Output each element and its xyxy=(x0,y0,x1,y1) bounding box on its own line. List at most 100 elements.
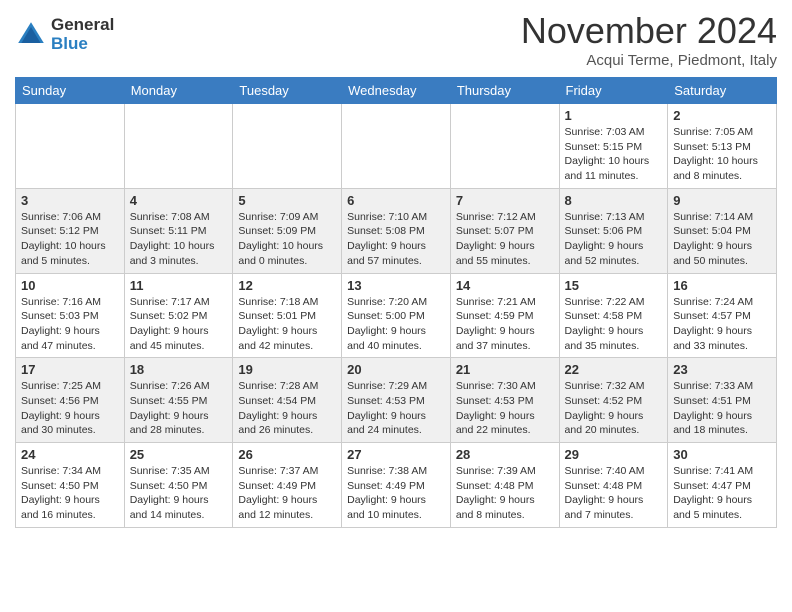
day-number: 20 xyxy=(347,362,445,377)
header-row: SundayMondayTuesdayWednesdayThursdayFrid… xyxy=(16,78,777,104)
calendar-cell: 2Sunrise: 7:05 AM Sunset: 5:13 PM Daylig… xyxy=(668,104,777,189)
day-info: Sunrise: 7:03 AM Sunset: 5:15 PM Dayligh… xyxy=(565,125,663,184)
calendar-cell xyxy=(450,104,559,189)
calendar-cell: 23 Sunrise: 7:33 AM Sunset: 4:51 PM Dayli… xyxy=(668,358,777,443)
day-info: Sunrise: 7:39 AM Sunset: 4:48 PM Dayligh… xyxy=(456,464,554,523)
calendar-cell: 17 Sunrise: 7:25 AM Sunset: 4:56 PM Dayli… xyxy=(16,358,125,443)
day-info: Sunrise: 7:28 AM Sunset: 4:54 PM Dayligh… xyxy=(238,379,336,438)
calendar-cell: 29 Sunrise: 7:40 AM Sunset: 4:48 PM Dayli… xyxy=(559,443,668,528)
page-header: General Blue November 2024 Acqui Terme, … xyxy=(15,10,777,69)
calendar-cell: 19 Sunrise: 7:28 AM Sunset: 4:54 PM Dayli… xyxy=(233,358,342,443)
calendar-cell: 14 Sunrise: 7:21 AM Sunset: 4:59 PM Dayli… xyxy=(450,273,559,358)
calendar-cell: 21Sunrise: 7:30 AM Sunset: 4:53 PM Dayli… xyxy=(450,358,559,443)
calendar-cell xyxy=(233,104,342,189)
day-info: Sunrise: 7:34 AM Sunset: 4:50 PM Dayligh… xyxy=(21,464,119,523)
day-info: Sunrise: 7:26 AM Sunset: 4:55 PM Dayligh… xyxy=(130,379,228,438)
day-info: Sunrise: 7:29 AM Sunset: 4:53 PM Dayligh… xyxy=(347,379,445,438)
calendar-cell: 9Sunrise: 7:14 AM Sunset: 5:04 PM Daylig… xyxy=(668,188,777,273)
day-info: Sunrise: 7:33 AM Sunset: 4:51 PM Dayligh… xyxy=(673,379,771,438)
logo: General Blue xyxy=(15,16,114,53)
day-number: 14 xyxy=(456,278,554,293)
day-number: 5 xyxy=(238,193,336,208)
day-number: 26 xyxy=(238,447,336,462)
day-info: Sunrise: 7:12 AM Sunset: 5:07 PM Dayligh… xyxy=(456,210,554,269)
day-number: 13 xyxy=(347,278,445,293)
calendar-cell: 20 Sunrise: 7:29 AM Sunset: 4:53 PM Dayli… xyxy=(342,358,451,443)
day-header-monday: Monday xyxy=(124,78,233,104)
day-header-saturday: Saturday xyxy=(668,78,777,104)
day-number: 3 xyxy=(21,193,119,208)
day-info: Sunrise: 7:21 AM Sunset: 4:59 PM Dayligh… xyxy=(456,295,554,354)
calendar-cell: 11 Sunrise: 7:17 AM Sunset: 5:02 PM Dayli… xyxy=(124,273,233,358)
day-number: 11 xyxy=(130,278,228,293)
day-info: Sunrise: 7:30 AM Sunset: 4:53 PM Dayligh… xyxy=(456,379,554,438)
day-number: 4 xyxy=(130,193,228,208)
calendar-cell: 25 Sunrise: 7:35 AM Sunset: 4:50 PM Dayli… xyxy=(124,443,233,528)
day-number: 17 xyxy=(21,362,119,377)
day-number: 30 xyxy=(673,447,771,462)
day-number: 23 xyxy=(673,362,771,377)
day-info: Sunrise: 7:08 AM Sunset: 5:11 PM Dayligh… xyxy=(130,210,228,269)
calendar-cell: 3 Sunrise: 7:06 AM Sunset: 5:12 PM Daylig… xyxy=(16,188,125,273)
week-row-4: 17 Sunrise: 7:25 AM Sunset: 4:56 PM Dayli… xyxy=(16,358,777,443)
week-row-1: 1 Sunrise: 7:03 AM Sunset: 5:15 PM Daylig… xyxy=(16,104,777,189)
calendar-cell: 18 Sunrise: 7:26 AM Sunset: 4:55 PM Dayli… xyxy=(124,358,233,443)
day-info: Sunrise: 7:13 AM Sunset: 5:06 PM Dayligh… xyxy=(565,210,663,269)
day-number: 7 xyxy=(456,193,554,208)
calendar-cell xyxy=(16,104,125,189)
calendar-cell: 5 Sunrise: 7:09 AM Sunset: 5:09 PM Daylig… xyxy=(233,188,342,273)
day-header-sunday: Sunday xyxy=(16,78,125,104)
logo-blue: Blue xyxy=(51,35,114,54)
calendar-cell xyxy=(342,104,451,189)
day-info: Sunrise: 7:38 AM Sunset: 4:49 PM Dayligh… xyxy=(347,464,445,523)
day-number: 24 xyxy=(21,447,119,462)
day-info: Sunrise: 7:22 AM Sunset: 4:58 PM Dayligh… xyxy=(565,295,663,354)
calendar-cell: 22 Sunrise: 7:32 AM Sunset: 4:52 PM Dayli… xyxy=(559,358,668,443)
day-header-thursday: Thursday xyxy=(450,78,559,104)
day-info: Sunrise: 7:14 AM Sunset: 5:04 PM Dayligh… xyxy=(673,210,771,269)
day-number: 15 xyxy=(565,278,663,293)
logo-general: General xyxy=(51,16,114,35)
day-number: 1 xyxy=(565,108,663,123)
location-title: Acqui Terme, Piedmont, Italy xyxy=(521,52,777,69)
day-number: 22 xyxy=(565,362,663,377)
calendar-cell: 4 Sunrise: 7:08 AM Sunset: 5:11 PM Daylig… xyxy=(124,188,233,273)
calendar-cell: 13 Sunrise: 7:20 AM Sunset: 5:00 PM Dayli… xyxy=(342,273,451,358)
day-info: Sunrise: 7:35 AM Sunset: 4:50 PM Dayligh… xyxy=(130,464,228,523)
day-header-wednesday: Wednesday xyxy=(342,78,451,104)
calendar-cell: 7 Sunrise: 7:12 AM Sunset: 5:07 PM Daylig… xyxy=(450,188,559,273)
calendar-cell xyxy=(124,104,233,189)
calendar-cell: 12 Sunrise: 7:18 AM Sunset: 5:01 PM Dayli… xyxy=(233,273,342,358)
day-number: 19 xyxy=(238,362,336,377)
calendar-cell: 24 Sunrise: 7:34 AM Sunset: 4:50 PM Dayli… xyxy=(16,443,125,528)
logo-icon xyxy=(15,19,47,51)
day-info: Sunrise: 7:18 AM Sunset: 5:01 PM Dayligh… xyxy=(238,295,336,354)
day-number: 16 xyxy=(673,278,771,293)
calendar-cell: 30 Sunrise: 7:41 AM Sunset: 4:47 PM Dayli… xyxy=(668,443,777,528)
calendar-table: SundayMondayTuesdayWednesdayThursdayFrid… xyxy=(15,77,777,528)
day-number: 18 xyxy=(130,362,228,377)
day-number: 27 xyxy=(347,447,445,462)
day-info: Sunrise: 7:41 AM Sunset: 4:47 PM Dayligh… xyxy=(673,464,771,523)
calendar-cell: 10Sunrise: 7:16 AM Sunset: 5:03 PM Dayli… xyxy=(16,273,125,358)
day-number: 28 xyxy=(456,447,554,462)
day-number: 12 xyxy=(238,278,336,293)
day-number: 8 xyxy=(565,193,663,208)
day-info: Sunrise: 7:25 AM Sunset: 4:56 PM Dayligh… xyxy=(21,379,119,438)
day-info: Sunrise: 7:40 AM Sunset: 4:48 PM Dayligh… xyxy=(565,464,663,523)
month-title: November 2024 xyxy=(521,10,777,52)
day-number: 29 xyxy=(565,447,663,462)
day-info: Sunrise: 7:20 AM Sunset: 5:00 PM Dayligh… xyxy=(347,295,445,354)
calendar-cell: 6Sunrise: 7:10 AM Sunset: 5:08 PM Daylig… xyxy=(342,188,451,273)
day-info: Sunrise: 7:17 AM Sunset: 5:02 PM Dayligh… xyxy=(130,295,228,354)
day-info: Sunrise: 7:09 AM Sunset: 5:09 PM Dayligh… xyxy=(238,210,336,269)
day-number: 25 xyxy=(130,447,228,462)
day-info: Sunrise: 7:32 AM Sunset: 4:52 PM Dayligh… xyxy=(565,379,663,438)
day-info: Sunrise: 7:24 AM Sunset: 4:57 PM Dayligh… xyxy=(673,295,771,354)
day-info: Sunrise: 7:06 AM Sunset: 5:12 PM Dayligh… xyxy=(21,210,119,269)
day-header-tuesday: Tuesday xyxy=(233,78,342,104)
day-info: Sunrise: 7:16 AM Sunset: 5:03 PM Dayligh… xyxy=(21,295,119,354)
week-row-2: 3 Sunrise: 7:06 AM Sunset: 5:12 PM Daylig… xyxy=(16,188,777,273)
day-info: Sunrise: 7:10 AM Sunset: 5:08 PM Dayligh… xyxy=(347,210,445,269)
week-row-5: 24 Sunrise: 7:34 AM Sunset: 4:50 PM Dayli… xyxy=(16,443,777,528)
